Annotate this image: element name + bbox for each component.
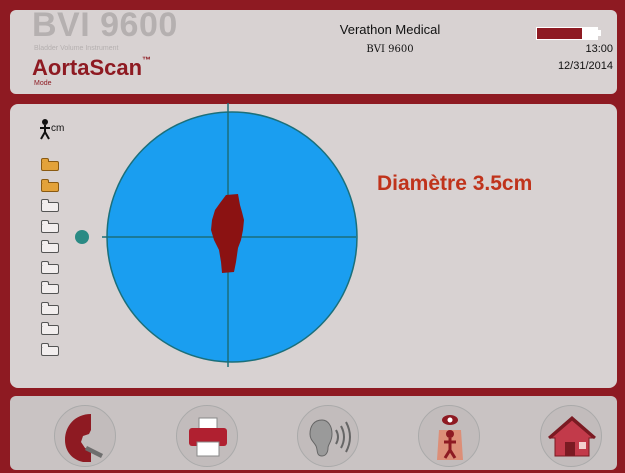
hearing-icon	[309, 419, 351, 457]
diameter-readout: Diamètre 3.5cm	[377, 172, 533, 195]
audio-button[interactable]	[297, 405, 359, 467]
scan-person-icon	[65, 414, 103, 462]
scan-button[interactable]	[54, 405, 116, 467]
home-button[interactable]	[540, 405, 602, 467]
aim-button[interactable]	[418, 405, 480, 467]
home-icon	[548, 416, 596, 457]
print-button[interactable]	[176, 405, 238, 467]
printer-icon	[189, 417, 227, 457]
aim-person-icon	[437, 415, 463, 460]
